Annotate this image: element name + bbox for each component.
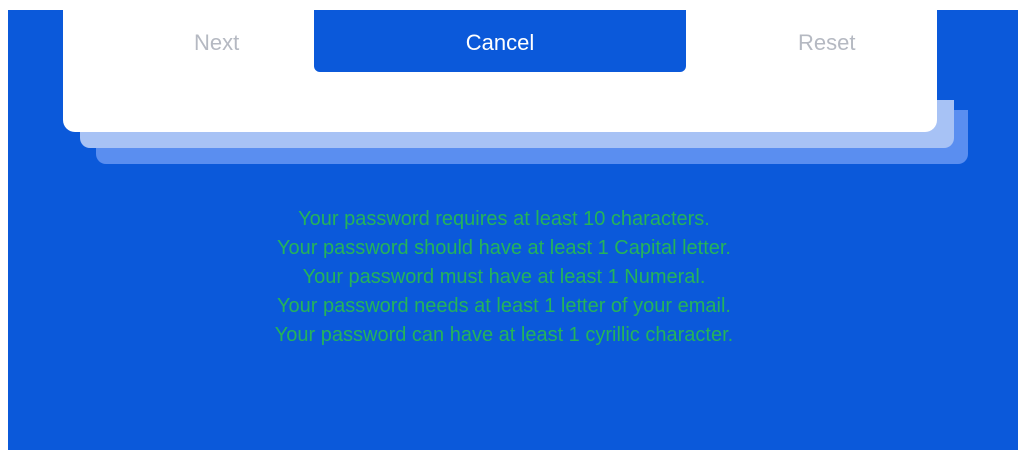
password-requirements-list: Your password requires at least 10 chara… <box>8 205 1000 350</box>
password-requirement: Your password requires at least 10 chara… <box>298 208 710 230</box>
password-requirement: Your password can have at least 1 cyrill… <box>274 324 734 346</box>
password-requirement: Your password should have at least 1 Cap… <box>277 237 731 259</box>
cancel-button[interactable]: Cancel <box>314 10 686 72</box>
password-requirement: Your password must have at least 1 Numer… <box>302 266 706 288</box>
password-requirement: Your password needs at least 1 letter of… <box>277 295 731 317</box>
page: Next Cancel Reset Your password requires… <box>0 0 1018 450</box>
action-card: Next Cancel Reset <box>63 10 937 132</box>
next-button[interactable]: Next <box>194 30 239 56</box>
reset-button[interactable]: Reset <box>798 30 855 56</box>
